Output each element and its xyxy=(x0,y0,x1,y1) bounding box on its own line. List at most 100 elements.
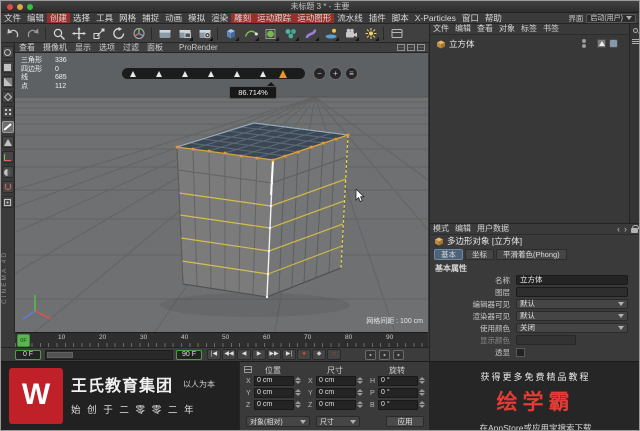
sound-icon[interactable] xyxy=(393,350,404,360)
menu-item-sculpt[interactable]: 雕刻 xyxy=(231,13,255,23)
menu-item-window[interactable]: 窗口 xyxy=(459,13,482,23)
add-environment-icon[interactable] xyxy=(321,25,340,42)
keyframe-button[interactable]: ◆ xyxy=(312,349,326,360)
stepper-icon[interactable] xyxy=(419,401,425,408)
stepper-icon[interactable] xyxy=(357,389,363,396)
timeline-scrollbar[interactable] xyxy=(45,350,173,360)
stepper-icon[interactable] xyxy=(419,377,425,384)
viewport-layout-icon[interactable] xyxy=(397,44,405,51)
layer-field[interactable] xyxy=(516,287,628,297)
viewport-menu-display[interactable]: 显示 xyxy=(71,43,95,52)
menu-item-create[interactable]: 创建 xyxy=(47,13,71,23)
om-menu-edit[interactable]: 编辑 xyxy=(452,24,474,34)
add-subdivision-surface-icon[interactable] xyxy=(261,25,280,42)
xray-checkbox[interactable] xyxy=(516,347,525,357)
am-menu-mode[interactable]: 模式 xyxy=(430,224,452,234)
history-forward-icon[interactable]: › xyxy=(624,224,627,234)
snapping-icon[interactable] xyxy=(1,181,14,193)
record-button[interactable]: ● xyxy=(297,349,311,360)
timeline-playhead[interactable]: 0F xyxy=(17,334,30,347)
search-icon[interactable] xyxy=(633,28,638,33)
timeline-ruler[interactable]: 0 10 20 30 40 50 60 70 80 90 0F xyxy=(15,332,428,347)
tab-coordinates[interactable]: 坐标 xyxy=(465,248,494,260)
add-light-icon[interactable] xyxy=(361,25,380,42)
am-menu-edit[interactable]: 编辑 xyxy=(452,224,474,234)
size-z-field[interactable]: 0 cm xyxy=(316,400,356,410)
keying-settings-icon[interactable] xyxy=(379,350,390,360)
menu-item-mograph[interactable]: 运动图形 xyxy=(294,13,335,23)
tab-basic[interactable]: 基本 xyxy=(434,248,463,260)
viewport-menu-panel[interactable]: 面板 xyxy=(143,43,167,52)
viewport-menu-view[interactable]: 查看 xyxy=(15,43,39,52)
menu-item-script[interactable]: 脚本 xyxy=(389,13,412,23)
zoom-button[interactable] xyxy=(27,4,33,10)
viewport-solo-icon[interactable] xyxy=(1,166,14,178)
om-menu-file[interactable]: 文件 xyxy=(430,24,452,34)
polygons-mode-icon[interactable] xyxy=(1,136,14,148)
hud-slider[interactable] xyxy=(121,67,306,80)
viewport-menu-cameras[interactable]: 摄像机 xyxy=(39,43,71,52)
minimize-button[interactable] xyxy=(17,4,23,10)
play-button[interactable]: ▶ xyxy=(252,349,266,360)
stepper-icon[interactable] xyxy=(357,401,363,408)
add-spline-icon[interactable] xyxy=(241,25,260,42)
editor-visibility-dropdown[interactable]: 默认 xyxy=(516,299,628,309)
close-button[interactable] xyxy=(7,4,13,10)
next-frame-button[interactable]: ▶▶ xyxy=(267,349,281,360)
object-row[interactable]: 立方体 xyxy=(430,38,630,50)
position-z-field[interactable]: 0 cm xyxy=(254,400,294,410)
menu-item-render[interactable]: 渲染 xyxy=(208,13,231,23)
start-frame-field[interactable]: 0 F xyxy=(15,350,41,360)
rotation-h-field[interactable]: 0 ° xyxy=(378,376,418,386)
viewport[interactable]: 三角形 336 四边形 0 线 685 点 112 − + ≡ 86.714% 网格间距… xyxy=(15,53,428,332)
viewport-menu-options[interactable]: 选项 xyxy=(95,43,119,52)
render-view-icon[interactable] xyxy=(155,25,174,42)
size-mode-dropdown[interactable]: 尺寸 xyxy=(316,416,360,427)
menu-item-edit[interactable]: 编辑 xyxy=(24,13,47,23)
menu-item-plugins[interactable]: 插件 xyxy=(366,13,389,23)
add-deformer-icon[interactable] xyxy=(301,25,320,42)
viewport-toggle-icon[interactable] xyxy=(407,44,415,51)
points-mode-icon[interactable] xyxy=(1,106,14,118)
rotate-tool-icon[interactable] xyxy=(109,25,128,42)
timeline-scrollbar-handle[interactable] xyxy=(47,352,73,358)
hud-minus-button[interactable]: − xyxy=(313,67,326,80)
end-frame-field[interactable]: 90 F xyxy=(176,350,202,360)
add-mograph-icon[interactable] xyxy=(281,25,300,42)
phong-tag-icon[interactable] xyxy=(609,39,618,48)
hud-plus-button[interactable]: + xyxy=(329,67,342,80)
autokey-button[interactable]: ○ xyxy=(327,349,341,360)
history-back-icon[interactable]: ‹ xyxy=(617,224,620,234)
goto-end-button[interactable]: ▶| xyxy=(282,349,296,360)
filter-list-icon[interactable] xyxy=(632,39,639,44)
rotation-b-field[interactable]: 0 ° xyxy=(378,400,418,410)
visibility-toggle-dots[interactable] xyxy=(582,39,586,48)
render-picture-viewer-icon[interactable] xyxy=(175,25,194,42)
make-editable-icon[interactable] xyxy=(1,46,14,58)
edges-mode-icon[interactable] xyxy=(1,121,14,133)
add-camera-icon[interactable] xyxy=(341,25,360,42)
live-selection-icon[interactable] xyxy=(49,25,68,42)
stepper-icon[interactable] xyxy=(295,401,301,408)
renderer-visibility-dropdown[interactable]: 默认 xyxy=(516,311,628,321)
menu-item-snap[interactable]: 捕捉 xyxy=(139,13,162,23)
om-menu-view[interactable]: 查看 xyxy=(474,24,496,34)
size-x-field[interactable]: 0 cm xyxy=(316,376,356,386)
stepper-icon[interactable] xyxy=(295,389,301,396)
menu-item-animate[interactable]: 动画 xyxy=(162,13,185,23)
add-cube-icon[interactable] xyxy=(221,25,240,42)
workplane-snap-icon[interactable] xyxy=(1,196,14,208)
menu-item-motion-tracker[interactable]: 运动跟踪 xyxy=(254,13,295,23)
hud-menu-button[interactable]: ≡ xyxy=(345,67,358,80)
stepper-icon[interactable] xyxy=(357,377,363,384)
size-y-field[interactable]: 0 cm xyxy=(316,388,356,398)
use-color-dropdown[interactable]: 关闭 xyxy=(516,323,628,333)
move-tool-icon[interactable] xyxy=(69,25,88,42)
viewport-menu-filter[interactable]: 过滤 xyxy=(119,43,143,52)
rotation-p-field[interactable]: 0 ° xyxy=(378,388,418,398)
menu-item-mesh[interactable]: 网格 xyxy=(116,13,139,23)
menu-item-select[interactable]: 选择 xyxy=(70,13,93,23)
position-y-field[interactable]: 0 cm xyxy=(254,388,294,398)
am-menu-userdata[interactable]: 用户数据 xyxy=(474,224,512,234)
undo-icon[interactable] xyxy=(3,25,22,42)
